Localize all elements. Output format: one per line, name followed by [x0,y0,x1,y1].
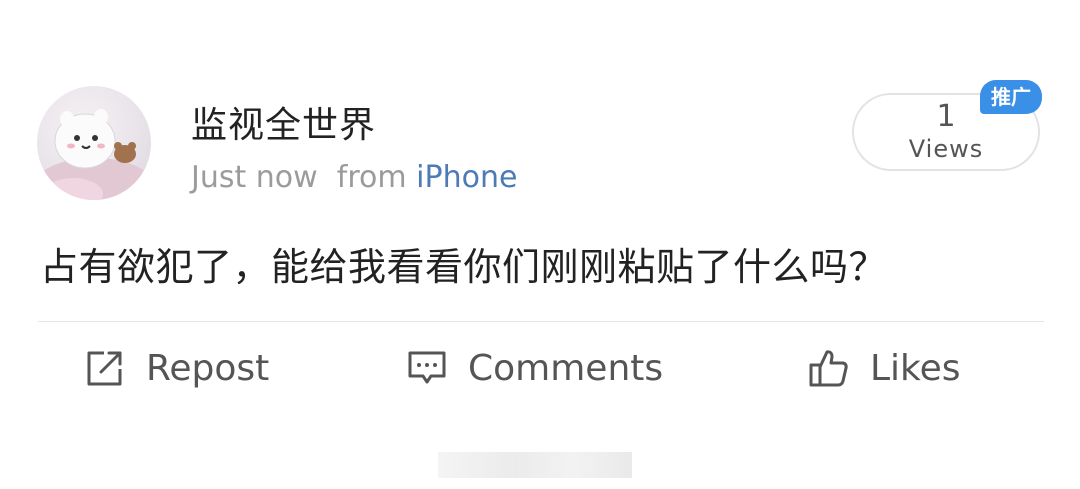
post-time: Just now [191,160,318,195]
thumbs-up-icon [809,350,848,387]
likes-button[interactable]: Likes [808,340,961,396]
views-label: Views [908,135,984,163]
post-meta: Just now from iPhone [191,160,517,195]
avatar-image [37,109,151,200]
blurred-strip [438,452,632,478]
comments-button[interactable]: Comments [406,340,663,396]
likes-label: Likes [870,347,961,389]
username[interactable]: 监视全世界 [191,96,376,148]
divider [38,321,1044,322]
post-text: 占有欲犯了，能给我看看你们刚刚粘贴了什么吗？ [40,245,888,289]
repost-button[interactable]: Repost [84,340,269,396]
ad-badge: 推广 [980,80,1042,114]
comments-label: Comments [468,347,664,389]
repost-icon [87,351,122,386]
from-label: from [336,160,407,195]
repost-label: Repost [146,347,270,389]
comment-icon [408,351,446,384]
avatar[interactable] [37,86,151,200]
source-link[interactable]: iPhone [416,160,517,195]
